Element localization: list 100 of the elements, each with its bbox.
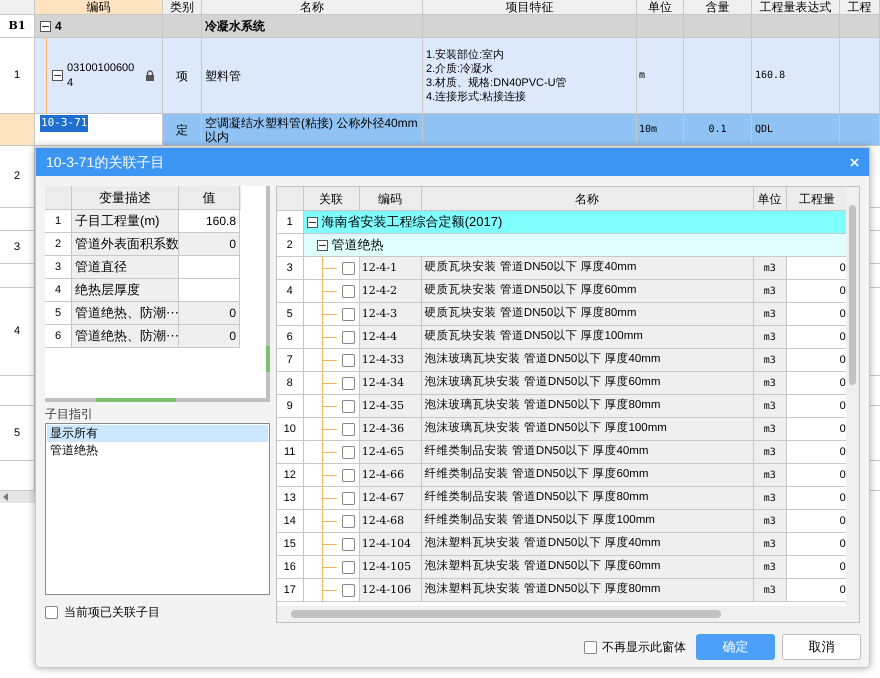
row-number: 1 [54, 214, 62, 229]
row-number: 4 [14, 324, 20, 340]
column-header[interactable]: 名称 [202, 0, 423, 14]
item-unit: m3 [764, 422, 776, 436]
column-header[interactable]: 项目特征 [423, 0, 637, 14]
horizontal-scrollbar[interactable] [276, 606, 859, 622]
scroll-left-icon[interactable] [3, 493, 8, 501]
item-name: 泡沫玻璃瓦块安装 管道DN50以下 厚度80mm [424, 397, 660, 414]
row-number: 3 [14, 240, 20, 255]
item-code: 12-4-4 [362, 328, 398, 345]
quantity-expression: 160.8 [755, 69, 786, 83]
row-number: 13 [284, 490, 296, 506]
row-number: 17 [284, 582, 296, 598]
column-header[interactable]: 值 [179, 186, 240, 209]
collapse-icon[interactable] [306, 216, 318, 228]
checkbox[interactable] [342, 584, 355, 596]
item-unit: m3 [764, 468, 776, 482]
collapse-icon[interactable] [40, 20, 51, 32]
item-code: 12-4-36 [362, 420, 404, 437]
item-code: 12-4-65 [362, 444, 404, 460]
column-header[interactable]: 类别 [163, 0, 202, 14]
checkbox[interactable] [45, 606, 58, 618]
row-number: 3 [54, 260, 62, 275]
row-number: 10 [284, 422, 296, 437]
column-header[interactable]: 关联 [304, 187, 360, 210]
list-item[interactable]: 管道绝热 [47, 442, 268, 459]
collapse-icon[interactable] [52, 70, 63, 81]
checkbox[interactable] [342, 376, 355, 390]
splitter-handle[interactable] [96, 398, 176, 402]
item-unit: m3 [764, 354, 776, 368]
row-number: 1 [286, 214, 293, 230]
row-number: 6 [286, 330, 293, 345]
column-header[interactable]: 含量 [684, 0, 752, 14]
row-number: 8 [286, 376, 293, 391]
column-header[interactable]: 名称 [422, 187, 754, 210]
checkbox[interactable] [342, 446, 355, 458]
cancel-button[interactable]: 取消 [782, 634, 861, 660]
item-code: 12-4-105 [362, 558, 412, 575]
checkbox[interactable] [342, 560, 355, 574]
item-code: 12-4-66 [362, 466, 404, 483]
collapse-icon[interactable] [316, 240, 328, 250]
item-code: 12-4-3 [362, 306, 398, 322]
checkbox[interactable] [342, 514, 355, 528]
column-header[interactable]: 变量描述 [72, 186, 179, 209]
column-header[interactable]: 单位 [637, 0, 684, 14]
row-number: 3 [286, 260, 293, 276]
checkbox[interactable] [342, 400, 355, 412]
item-unit: m3 [764, 400, 776, 414]
variable-value-field[interactable]: 0 [179, 302, 240, 325]
item-name: 塑料管 [205, 68, 241, 84]
node-label: 海南省安装工程综合定额(2017) [322, 213, 502, 232]
column-header[interactable]: 工程 [840, 0, 880, 14]
checkbox[interactable] [342, 262, 355, 274]
item-name: 冷凝水系统 [205, 18, 265, 35]
variable-value-field[interactable] [179, 256, 240, 279]
row-number: 7 [286, 352, 293, 368]
close-icon[interactable] [850, 158, 859, 166]
variable-value-field[interactable]: 0 [179, 325, 240, 348]
splitter-handle[interactable] [266, 346, 270, 372]
item-unit: m3 [764, 330, 776, 344]
checkbox[interactable] [342, 538, 355, 550]
item-name: 纤维类制品安装 管道DN50以下 厚度80mm [424, 490, 648, 506]
variable-name: 子目工程量(m) [75, 212, 160, 230]
column-header[interactable]: 编码 [35, 0, 163, 14]
variable-value-field[interactable]: 0 [179, 233, 240, 256]
column-header[interactable]: 编码 [360, 187, 422, 210]
column-header[interactable]: 工程量表达式 [752, 0, 840, 14]
list-item[interactable]: 显示所有 [47, 425, 268, 442]
checkbox[interactable] [584, 640, 597, 654]
section-label: 子目指引 [45, 406, 94, 423]
checkbox[interactable] [342, 308, 355, 320]
item-name: 纤维类制品安装 管道DN50以下 厚度100mm [424, 512, 655, 528]
item-unit: m [639, 69, 646, 83]
item-name: 泡沫塑料瓦块安装 管道DN50以下 厚度60mm [424, 558, 660, 574]
row-number: 15 [284, 536, 296, 552]
row-number: 2 [54, 236, 62, 252]
row-number: 5 [286, 306, 293, 322]
tree-node[interactable]: 海南省安装工程综合定额(2017) [304, 211, 849, 233]
variable-name: 管道绝热、防潮⋯ [75, 327, 178, 346]
row-number: 5 [14, 426, 20, 441]
checkbox[interactable] [342, 284, 355, 298]
checkbox[interactable] [342, 492, 355, 504]
tree-node[interactable]: 管道绝热 [304, 234, 849, 256]
item-code: 12-4-2 [362, 282, 398, 299]
variable-value-field[interactable] [179, 279, 240, 302]
checkbox[interactable] [342, 468, 355, 482]
vertical-scrollbar[interactable] [846, 187, 859, 607]
item-name: 泡沫塑料瓦块安装 管道DN50以下 厚度40mm [424, 535, 660, 552]
row-number: 5 [54, 306, 62, 321]
item-unit: 10m [639, 123, 658, 137]
node-label: 管道绝热 [332, 236, 384, 254]
item-code[interactable]: 10-3-71 [40, 115, 88, 132]
variable-value-field[interactable]: 160.8 [179, 210, 240, 233]
item-name: 硬质瓦块安装 管道DN50以下 厚度100mm [424, 328, 643, 344]
checkbox[interactable] [342, 330, 355, 344]
checkbox[interactable] [342, 422, 355, 436]
item-unit: m3 [764, 308, 776, 322]
column-header[interactable]: 单位 [754, 187, 787, 210]
item-name: 纤维类制品安装 管道DN50以下 厚度60mm [424, 466, 648, 482]
checkbox[interactable] [342, 354, 355, 366]
